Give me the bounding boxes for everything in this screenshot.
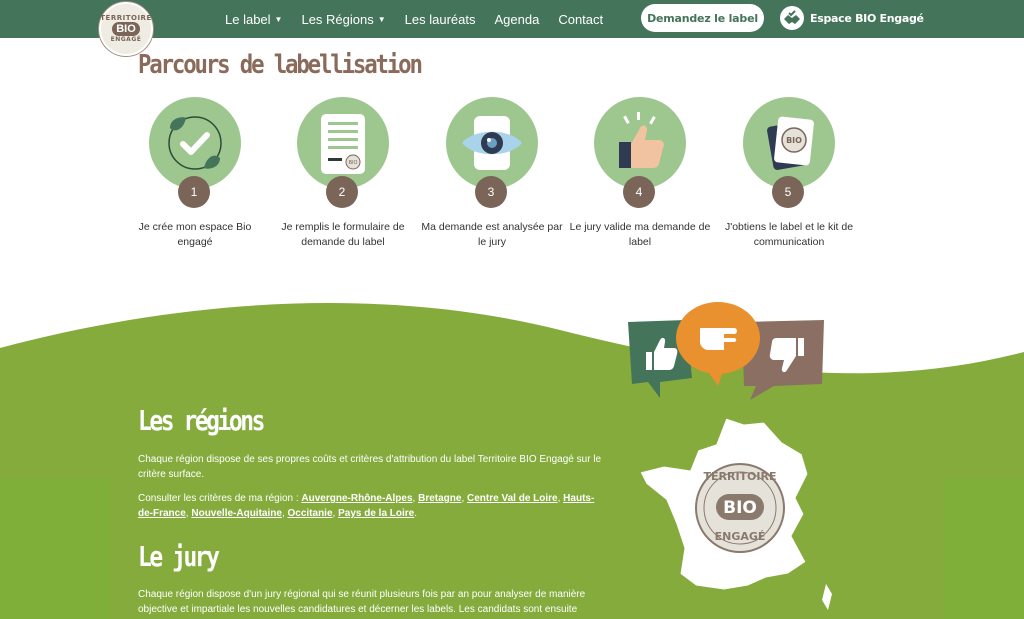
svg-text:ENGAGÉ: ENGAGÉ: [715, 530, 766, 543]
regions-criteria-paragraph: Consulter les critères de ma région : Au…: [138, 493, 595, 519]
caret-down-icon: ▼: [274, 14, 283, 24]
region-link-nouvelle-aquitaine[interactable]: Nouvelle-Aquitaine: [191, 508, 282, 519]
regions-heading: Les régions: [138, 404, 265, 437]
region-link-bretagne[interactable]: Bretagne: [418, 493, 461, 504]
regions-intro: Chaque région dispose de ses propres coû…: [138, 454, 602, 480]
step-number: 1: [178, 176, 210, 208]
label-kit-icon: BIO: [767, 116, 814, 170]
nav-item-label: Agenda: [494, 11, 540, 27]
territoire-bio-logo[interactable]: TERRITOIRE BIO ENGAGÉ: [99, 2, 153, 56]
thumbs-up-icon: [619, 112, 664, 168]
step-text: Je crée mon espace Bio engagé: [138, 221, 252, 248]
region-link-centre-val-de-loire[interactable]: Centre Val de Loire: [467, 493, 558, 504]
step-text: J'obtiens le label et le kit de communic…: [724, 221, 854, 248]
region-link-auvergne-rhone-alpes[interactable]: Auvergne-Rhône-Alpes: [301, 493, 412, 504]
nav-item-label: Contact: [558, 11, 604, 27]
step-number: 3: [475, 176, 507, 208]
nav-item-contact[interactable]: Contact: [558, 12, 603, 27]
main-nav: Le label ▼ Les Régions ▼ Les lauréats Ag…: [225, 0, 622, 38]
step-text: Ma demande est analysée par le jury: [421, 221, 563, 248]
nav-item-label: Le label: [225, 11, 271, 27]
espace-bio-engage-label: Espace BIO Engagé: [810, 11, 924, 25]
step-text: Je remplis le formulaire de demande du l…: [281, 221, 405, 248]
demandez-le-label-button[interactable]: Demandez le label: [641, 4, 764, 32]
parcours-title: Parcours de labellisation: [138, 50, 423, 80]
region-link-pays-de-la-loire[interactable]: Pays de la Loire: [338, 508, 414, 519]
step-number: 4: [623, 176, 655, 208]
jury-text: Chaque région dispose d'un jury régional…: [138, 589, 586, 615]
france-map-illustration: TERRITOIRE BIO ENGAGÉ: [639, 417, 832, 610]
side-band-left: [0, 478, 110, 619]
feedback-bubbles-illustration: [628, 302, 824, 400]
eye-icon: [462, 116, 522, 170]
nav-item-label: Les lauréats: [404, 11, 476, 27]
step-text: Le jury valide ma demande de label: [569, 221, 711, 248]
step-number: 2: [326, 176, 358, 208]
svg-text:BIO: BIO: [786, 136, 802, 145]
caret-down-icon: ▼: [377, 14, 386, 24]
nav-item-les-laureats[interactable]: Les lauréats: [405, 12, 476, 27]
check-leaves-icon: [168, 116, 222, 170]
nav-item-les-regions[interactable]: Les Régions ▼: [301, 12, 385, 27]
logo-bio-text: BIO: [112, 22, 140, 36]
side-band-right: [943, 478, 1024, 619]
svg-text:TERRITOIRE: TERRITOIRE: [704, 470, 777, 483]
logo-bottom-text: ENGAGÉ: [110, 36, 142, 43]
nav-item-agenda[interactable]: Agenda: [495, 12, 540, 27]
handshake-check-icon: [780, 6, 804, 30]
nav-item-le-label[interactable]: Le label ▼: [225, 12, 282, 27]
svg-text:BIO: BIO: [723, 498, 757, 518]
nav-item-label: Les Régions: [301, 11, 374, 27]
svg-text:BIO: BIO: [349, 160, 358, 166]
espace-bio-engage-link[interactable]: Espace BIO Engagé: [780, 6, 924, 30]
form-document-icon: BIO: [321, 114, 365, 174]
region-link-occitanie[interactable]: Occitanie: [288, 508, 333, 519]
criteria-prefix: Consulter les critères de ma région :: [138, 493, 302, 504]
step-number: 5: [772, 176, 804, 208]
jury-heading: Le jury: [138, 540, 220, 573]
logo-top-text: TERRITOIRE: [100, 14, 152, 22]
